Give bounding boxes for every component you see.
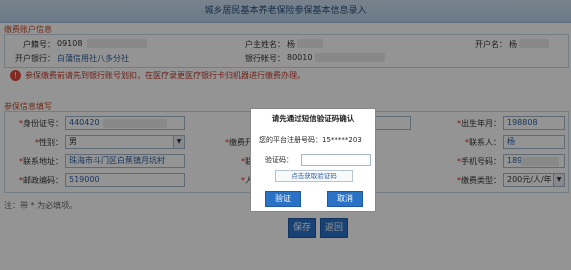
phone-label: 您的平台注册号码：: [259, 136, 322, 144]
verification-code-input[interactable]: [301, 154, 371, 166]
confirm-button[interactable]: 验证: [265, 191, 301, 207]
code-label: 验证码：: [265, 156, 293, 164]
get-code-button[interactable]: 点击获取验证码: [275, 170, 353, 182]
phone-value: 15*****203: [322, 136, 362, 144]
phone-row: 您的平台注册号码：15*****203: [259, 135, 362, 145]
sms-verification-dialog: 请先通过短信验证码确认 您的平台注册号码：15*****203 验证码： 点击获…: [250, 108, 376, 212]
form-page: 城乡居民基本养老保险参保基本信息录入 缴费账户信息 户籍号： 09108 户主姓…: [0, 0, 571, 270]
dialog-title: 请先通过短信验证码确认: [271, 114, 355, 123]
cancel-button[interactable]: 取消: [327, 191, 363, 207]
